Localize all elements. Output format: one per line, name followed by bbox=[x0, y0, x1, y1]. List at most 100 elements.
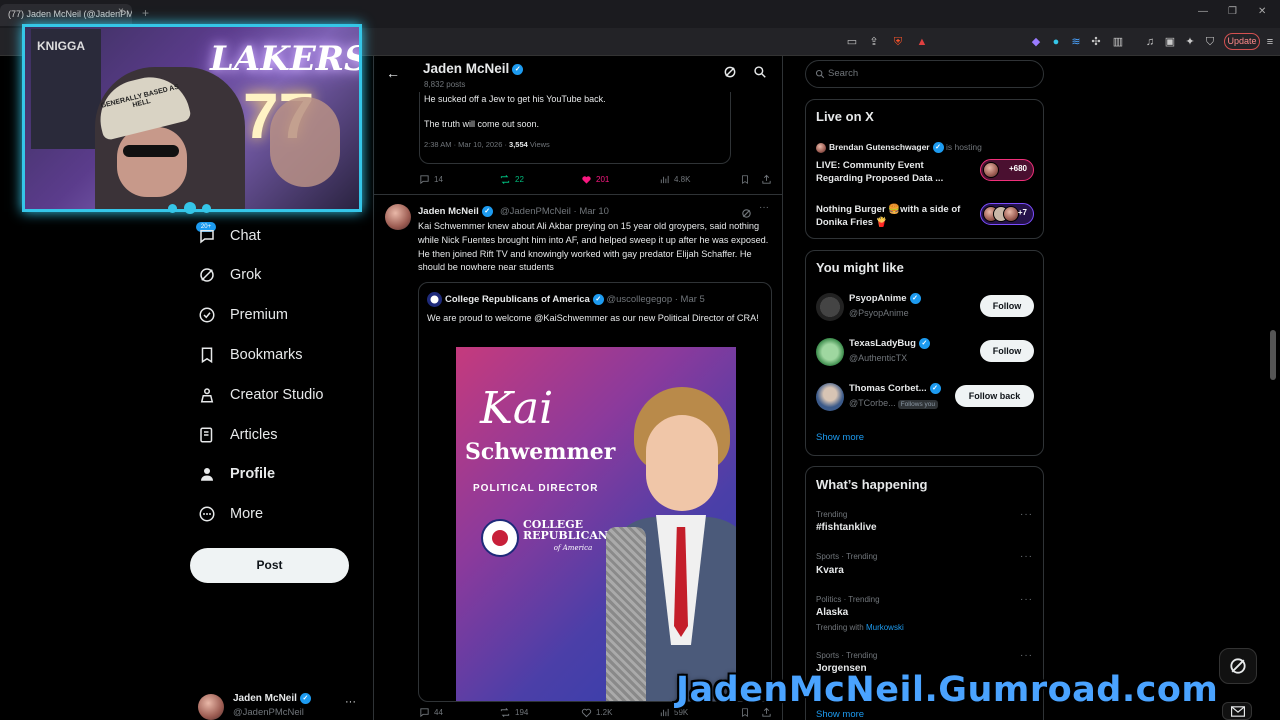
reply-button[interactable]: 14 bbox=[419, 174, 443, 185]
avatar bbox=[198, 694, 224, 720]
search-input[interactable]: Search bbox=[805, 60, 1044, 88]
tab-title: (77) Jaden McNeil (@JadenPM... bbox=[8, 9, 132, 19]
minimize-icon[interactable]: — bbox=[1198, 6, 1208, 17]
follow-button[interactable]: Follow bbox=[980, 340, 1034, 362]
maximize-icon[interactable]: ❐ bbox=[1228, 6, 1237, 17]
grok-icon bbox=[196, 264, 218, 286]
avatar[interactable] bbox=[385, 204, 411, 230]
leo-icon[interactable]: ✦ bbox=[1182, 34, 1198, 50]
menu-icon[interactable]: ≡ bbox=[1262, 34, 1278, 50]
show-more-link[interactable]: Show more bbox=[816, 432, 864, 443]
brave-shield-icon[interactable]: ⛨ bbox=[890, 34, 906, 50]
extension-icon[interactable]: ● bbox=[1048, 34, 1064, 50]
panel-title: Live on X bbox=[816, 109, 874, 124]
avatar[interactable] bbox=[816, 338, 844, 366]
like-button[interactable]: 1.2K bbox=[581, 707, 612, 718]
image-role: POLITICAL DIRECTOR bbox=[473, 483, 599, 494]
wallet-icon[interactable]: ▣ bbox=[1162, 34, 1178, 50]
live-listeners-pill[interactable]: +680 bbox=[980, 159, 1034, 181]
avatar[interactable] bbox=[816, 383, 844, 411]
more-dots-icon[interactable]: ··· bbox=[1020, 594, 1033, 605]
share-icon[interactable] bbox=[761, 174, 772, 185]
post-button[interactable]: Post bbox=[190, 548, 349, 583]
bookmark-icon[interactable] bbox=[740, 174, 750, 185]
live-event-title[interactable]: Nothing Burger 🍔with a side of Donika Fr… bbox=[816, 203, 966, 229]
messages-floating-button[interactable] bbox=[1222, 702, 1252, 720]
grok-icon[interactable] bbox=[723, 65, 737, 84]
screenshot-icon[interactable]: ▭ bbox=[844, 34, 860, 50]
heart-icon bbox=[581, 708, 592, 718]
repost-icon bbox=[500, 708, 510, 717]
grok-floating-button[interactable] bbox=[1219, 648, 1257, 684]
verified-icon: ✓ bbox=[929, 383, 941, 394]
follow-back-button[interactable]: Follow back bbox=[955, 385, 1034, 407]
nav-item-articles[interactable]: Articles bbox=[196, 421, 278, 449]
follows-you-badge: Follows you bbox=[897, 400, 938, 409]
back-arrow-icon[interactable]: ← bbox=[386, 65, 400, 81]
nav-item-chat[interactable]: Chat bbox=[196, 222, 261, 250]
quote-image[interactable]: Kai Schwemmer POLITICAL DIRECTOR COLLEGE… bbox=[456, 347, 736, 701]
suggestion-handle: @PsyopAnime bbox=[849, 308, 909, 318]
browser-tab[interactable]: (77) Jaden McNeil (@JadenPM... bbox=[0, 4, 132, 26]
quote-text: We are proud to welcome @KaiSchwemmer as… bbox=[427, 313, 759, 323]
suggestion-name[interactable]: Thomas Corbet... ✓ bbox=[849, 383, 941, 394]
live-event-title[interactable]: LIVE: Community Event Regarding Proposed… bbox=[816, 159, 966, 185]
articles-icon bbox=[196, 424, 218, 446]
vpn-icon[interactable]: ⛉ bbox=[1202, 34, 1218, 50]
nav-item-more[interactable]: More bbox=[196, 500, 263, 528]
tweet-text: Kai Schwemmer knew about Ali Akbar preyi… bbox=[418, 221, 769, 273]
more-dots-icon[interactable]: ··· bbox=[345, 696, 356, 708]
suggestion-name[interactable]: TexasLadyBug ✓ bbox=[849, 338, 930, 349]
more-dots-icon[interactable]: ··· bbox=[1020, 551, 1033, 562]
nav-label: Bookmarks bbox=[230, 347, 303, 363]
avatar[interactable] bbox=[816, 293, 844, 321]
repost-button[interactable]: 22 bbox=[499, 174, 524, 185]
extensions-puzzle-icon[interactable]: ✣ bbox=[1088, 34, 1104, 50]
tab-close-icon[interactable]: × bbox=[118, 6, 124, 17]
more-dots-icon[interactable]: ··· bbox=[1020, 509, 1033, 520]
rewards-icon[interactable]: ▲ bbox=[914, 34, 930, 50]
trend-category: Sports · Trending bbox=[816, 651, 878, 660]
close-window-icon[interactable]: ✕ bbox=[1258, 6, 1266, 17]
like-button[interactable]: 201 bbox=[581, 174, 609, 185]
repost-button[interactable]: 194 bbox=[499, 707, 528, 718]
more-dots-icon[interactable]: ··· bbox=[759, 202, 769, 213]
nav-label: Premium bbox=[230, 307, 289, 323]
new-tab-icon[interactable]: + bbox=[142, 6, 149, 20]
who-to-follow-panel: You might like PsyopAnime ✓ @PsyopAnime F… bbox=[805, 250, 1044, 456]
views-button[interactable]: 4.8K bbox=[659, 174, 690, 185]
share-icon[interactable]: ⇪ bbox=[866, 34, 882, 50]
trend-category: Sports · Trending bbox=[816, 552, 878, 561]
update-button[interactable]: Update bbox=[1224, 33, 1260, 50]
account-switcher[interactable]: Jaden McNeil ✓ @JadenPMcNeil ··· bbox=[198, 692, 368, 720]
quoted-text-line: The truth will come out soon. bbox=[424, 119, 540, 129]
extension-icon[interactable]: ◆ bbox=[1028, 34, 1044, 50]
search-icon[interactable] bbox=[753, 65, 767, 84]
trend-name[interactable]: #fishtanklive bbox=[816, 522, 877, 533]
nav-item-creator-studio[interactable]: Creator Studio bbox=[196, 381, 324, 409]
nav-label: More bbox=[230, 506, 264, 522]
nav-item-premium[interactable]: Premium bbox=[196, 301, 288, 329]
nav-item-profile[interactable]: Profile bbox=[196, 460, 275, 488]
nav-item-grok[interactable]: Grok bbox=[196, 261, 261, 289]
trend-name[interactable]: Kvara bbox=[816, 565, 844, 576]
live-listeners-pill[interactable]: +7 bbox=[980, 203, 1034, 225]
trend-name[interactable]: Alaska bbox=[816, 607, 848, 618]
follow-button[interactable]: Follow bbox=[980, 295, 1034, 317]
live-host[interactable]: Brendan Gutenschwager ✓ is hosting bbox=[816, 142, 982, 154]
extension-icon[interactable]: ≋ bbox=[1068, 34, 1084, 50]
reply-button[interactable]: 44 bbox=[419, 707, 443, 718]
verified-icon: ✓ bbox=[932, 142, 944, 154]
tweet-author[interactable]: Jaden McNeil ✓ bbox=[418, 206, 493, 217]
panel-title: You might like bbox=[816, 260, 904, 275]
more-dots-icon[interactable]: ··· bbox=[1020, 650, 1033, 661]
post-count: 8,832 posts bbox=[424, 80, 466, 89]
quote-tweet[interactable]: College Republicans of America ✓ @uscolle… bbox=[418, 282, 772, 702]
nav-item-bookmarks[interactable]: Bookmarks bbox=[196, 341, 303, 369]
show-more-link[interactable]: Show more bbox=[816, 709, 864, 720]
account-name: Jaden McNeil ✓ bbox=[233, 693, 311, 704]
suggestion-name[interactable]: PsyopAnime ✓ bbox=[849, 293, 921, 304]
sidebar-icon[interactable]: ▥ bbox=[1110, 34, 1126, 50]
page-scrollbar[interactable] bbox=[1270, 330, 1276, 380]
media-icon[interactable]: ♫ bbox=[1142, 34, 1158, 50]
